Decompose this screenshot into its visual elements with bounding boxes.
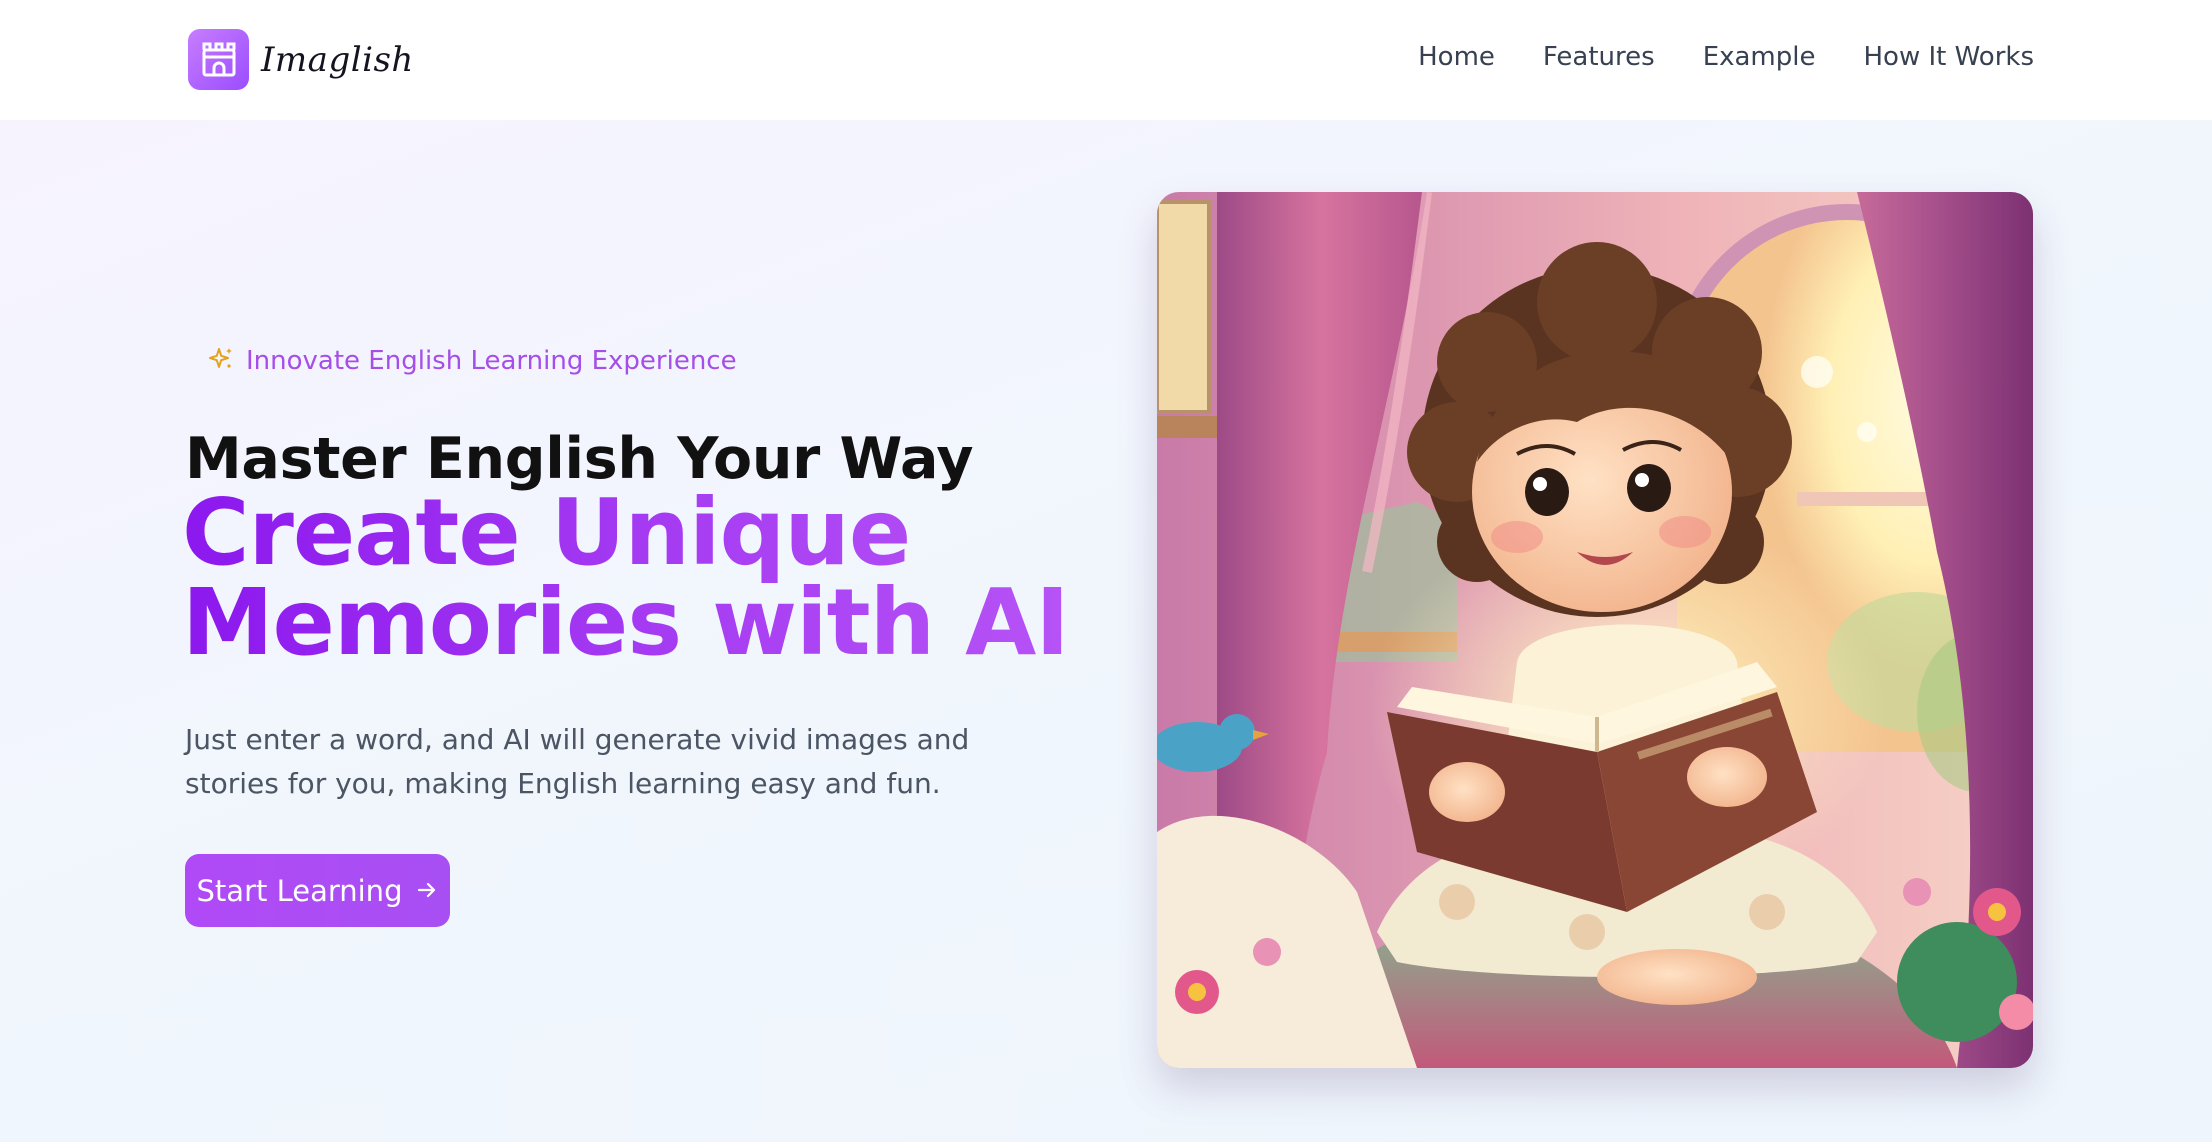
hero-description: Just enter a word, and AI will generate … (185, 723, 970, 800)
hero-illustration (1157, 192, 2033, 1068)
hero-headline: Create Unique Memories with AI (182, 488, 1069, 668)
sparkle-icon (208, 346, 234, 376)
nav-features[interactable]: Features (1543, 42, 1655, 72)
main-nav: Home Features Example How It Works (1418, 42, 2034, 72)
tagline-text: Innovate English Learning Experience (246, 346, 737, 376)
castle-icon (188, 29, 249, 90)
tagline: Innovate English Learning Experience (208, 346, 737, 376)
nav-example[interactable]: Example (1703, 42, 1816, 72)
headline-line-2: Memories with AI (182, 569, 1069, 676)
nav-how-it-works[interactable]: How It Works (1864, 42, 2035, 72)
hero-section: Innovate English Learning Experience Mas… (0, 120, 2212, 1142)
start-learning-button[interactable]: Start Learning (185, 854, 450, 927)
start-learning-label: Start Learning (196, 873, 403, 908)
top-navbar: Imaglish Home Features Example How It Wo… (0, 0, 2212, 120)
nav-home[interactable]: Home (1418, 42, 1495, 72)
arrow-right-icon (416, 874, 438, 908)
brand-name: Imaglish (261, 39, 414, 80)
brand-link[interactable]: Imaglish (188, 29, 414, 90)
